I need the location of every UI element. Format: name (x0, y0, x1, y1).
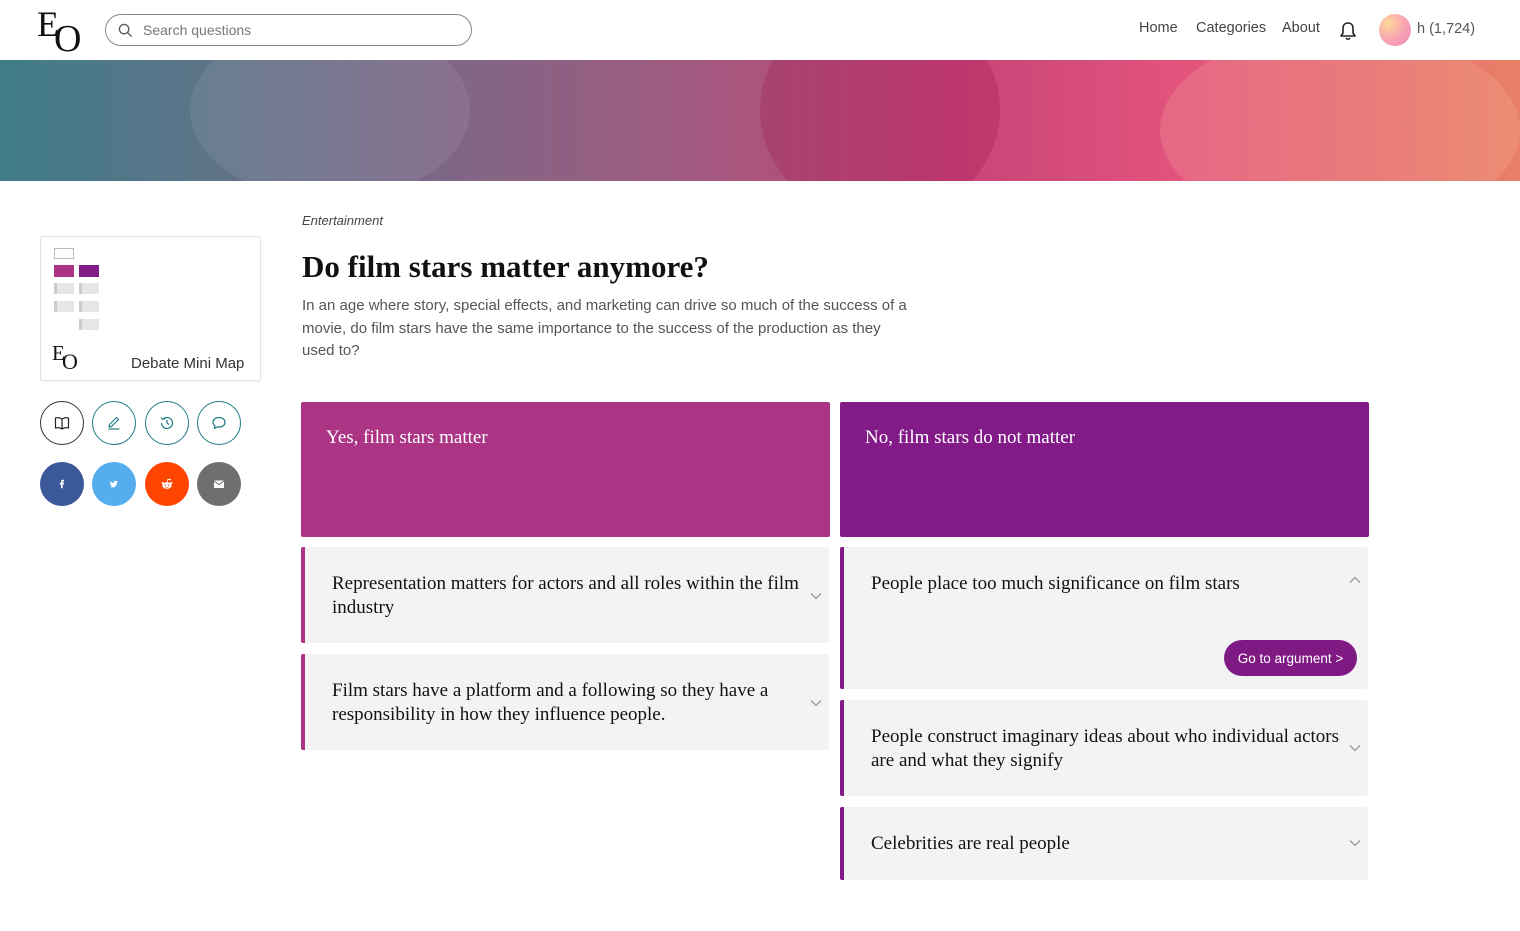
debate-title: Do film stars matter anymore? (302, 249, 709, 284)
minimap-arg-block (79, 283, 99, 294)
argument-text: People construct imaginary ideas about w… (871, 726, 1340, 771)
minimap-label: Debate Mini Map (131, 355, 245, 372)
no-argument-card[interactable]: Celebrities are real people (840, 807, 1368, 880)
history-icon (160, 416, 174, 430)
minimap-arg-block (79, 319, 99, 330)
minimap-thesis-block (54, 248, 74, 259)
argument-text: People place too much significance on fi… (871, 573, 1240, 594)
pencil-icon (108, 416, 120, 430)
user-score-label[interactable]: h (1,724) (1417, 21, 1475, 37)
chevron-up-icon[interactable] (1349, 576, 1361, 584)
share-facebook-button[interactable] (40, 462, 84, 506)
search-icon (118, 23, 133, 37)
nav-about-link[interactable]: About (1282, 20, 1320, 36)
minimap-arg-block (54, 283, 74, 294)
no-argument-card-expanded[interactable]: People place too much significance on fi… (840, 547, 1368, 689)
history-button[interactable] (145, 401, 189, 445)
email-icon (213, 480, 225, 488)
facebook-icon (59, 479, 65, 489)
chevron-down-icon[interactable] (810, 699, 822, 707)
write-button[interactable] (92, 401, 136, 445)
hero-banner (0, 60, 1520, 181)
share-email-button[interactable] (197, 462, 241, 506)
debate-category[interactable]: Entertainment (302, 213, 383, 228)
yes-position-header[interactable]: Yes, film stars matter (301, 402, 830, 537)
site-logo[interactable]: EO (37, 6, 87, 58)
argument-text: Celebrities are real people (871, 833, 1070, 854)
share-reddit-button[interactable] (145, 462, 189, 506)
search-input[interactable] (143, 22, 443, 38)
chevron-down-icon[interactable] (1349, 744, 1361, 752)
debate-mini-map[interactable]: EO Debate Mini Map (40, 236, 261, 381)
argument-text: Film stars have a platform and a followi… (332, 680, 769, 725)
no-argument-card[interactable]: People construct imaginary ideas about w… (840, 700, 1368, 796)
user-avatar[interactable] (1379, 14, 1411, 46)
yes-argument-card[interactable]: Film stars have a platform and a followi… (301, 654, 829, 750)
go-to-argument-button[interactable]: Go to argument > (1224, 640, 1357, 676)
debate-description: In an age where story, special effects, … (302, 297, 907, 359)
argument-text: Representation matters for actors and al… (332, 573, 799, 618)
comment-icon (212, 416, 226, 430)
nav-categories-link[interactable]: Categories (1196, 20, 1266, 36)
twitter-icon (109, 480, 118, 488)
bell-icon[interactable] (1339, 21, 1357, 41)
nav-home-link[interactable]: Home (1139, 20, 1178, 36)
minimap-yes-block (54, 265, 74, 277)
minimap-arg-block (79, 301, 99, 312)
minimap-no-block (79, 265, 99, 277)
share-twitter-button[interactable] (92, 462, 136, 506)
minimap-logo: EO (52, 341, 78, 374)
no-position-header[interactable]: No, film stars do not matter (840, 402, 1369, 537)
minimap-arg-block (54, 301, 74, 312)
comment-button[interactable] (197, 401, 241, 445)
reddit-icon (161, 478, 173, 489)
top-header: EO Home Categories About h (1,724) (0, 0, 1520, 60)
chevron-down-icon[interactable] (810, 592, 822, 600)
read-button[interactable] (40, 401, 84, 445)
search-bar[interactable] (105, 14, 472, 46)
book-icon (54, 417, 70, 430)
chevron-down-icon[interactable] (1349, 839, 1361, 847)
yes-argument-card[interactable]: Representation matters for actors and al… (301, 547, 829, 643)
